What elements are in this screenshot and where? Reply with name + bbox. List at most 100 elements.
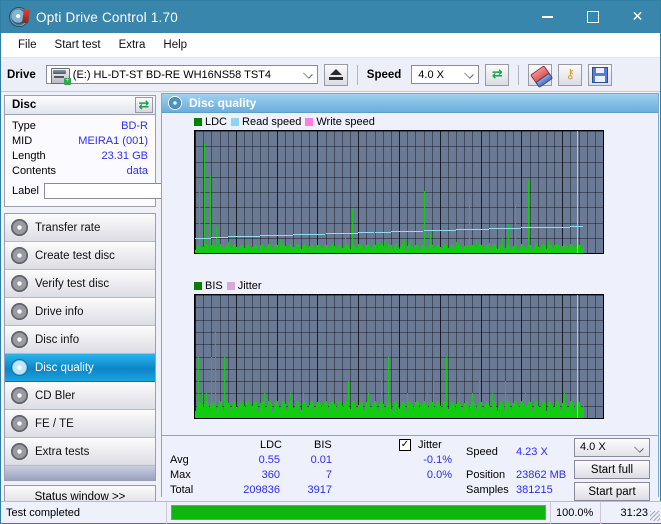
disc-value: 23.31 GB (101, 149, 148, 162)
save-button[interactable] (588, 63, 613, 86)
data-bar (273, 243, 275, 253)
results-speed-select[interactable]: 4.0 X (574, 438, 650, 457)
sidebar-item-disc-info[interactable]: Disc info (5, 326, 155, 354)
data-bar (426, 393, 428, 418)
axis-tick-mark-y-right (603, 369, 604, 370)
data-bar (229, 405, 231, 418)
speed-select-value: 4.0 X (418, 68, 444, 81)
axis-tick-label-x: 10.0 (348, 418, 368, 419)
sidebar-item-drive-info[interactable]: Drive info (5, 298, 155, 326)
sidebar-item-create-test-disc[interactable]: Create test disc (5, 242, 155, 270)
disc-refresh-button[interactable]: ⇄ (135, 97, 153, 113)
sidebar-item-fe-te[interactable]: FE / TE (5, 410, 155, 438)
axis-tick-mark-y (194, 381, 195, 382)
data-line-segment (325, 233, 342, 235)
data-bar (495, 245, 497, 253)
data-bar (560, 243, 562, 253)
sidebar-item-cd-bler[interactable]: CD Bler (5, 382, 155, 410)
data-bar (498, 405, 500, 418)
menu-item-start-test[interactable]: Start test (46, 36, 110, 54)
data-bar (443, 240, 445, 253)
sidebar-item-transfer-rate[interactable]: Transfer rate (5, 214, 155, 242)
close-button[interactable]: ✕ (615, 1, 660, 33)
legend-item-read-speed: Read speed (231, 116, 301, 128)
results-row-max-label: Max (170, 469, 191, 481)
axis-tick-label-x: 5.0 (269, 253, 284, 254)
status-message: Test completed (1, 501, 167, 524)
jitter-checkbox[interactable]: ✓ (399, 439, 411, 451)
start-full-button[interactable]: Start full (574, 460, 650, 479)
data-bar (547, 240, 549, 253)
drive-select[interactable]: + (E:) HL-DT-ST BD-RE WH16NS58 TST4 (45, 65, 318, 85)
maximize-button[interactable] (570, 1, 615, 33)
axis-tick-mark-y-right (603, 320, 604, 321)
sidebar-item-extra-tests[interactable]: Extra tests (5, 438, 155, 466)
speed-select[interactable]: 4.0 X (411, 65, 480, 84)
menu-item-file[interactable]: File (9, 36, 46, 54)
axis-tick-mark-y (194, 162, 195, 163)
data-bar (371, 246, 373, 253)
axis-tick-label-x: 10.0 (348, 253, 368, 254)
legend-swatch-ldc (194, 117, 202, 126)
axis-tick-mark-y-right (603, 214, 604, 215)
data-line-segment (554, 226, 571, 228)
disc-icon (11, 387, 28, 404)
axis-tick-mark-y (194, 223, 195, 224)
axis-tick-label-x: 17.5 (470, 418, 490, 419)
data-bar (430, 233, 431, 253)
app-window: Opti Drive Control 1.70 ✕ File Start tes… (0, 0, 661, 524)
axis-tick-label-x: 12.5 (389, 253, 409, 254)
data-bar (420, 405, 422, 418)
data-bar (488, 243, 490, 253)
gridline-v (603, 131, 604, 253)
gridline-h (195, 295, 603, 296)
axis-tick-label-x: 25.0 GB (586, 418, 604, 419)
data-bar (341, 405, 343, 418)
minimize-button[interactable] (525, 1, 570, 33)
data-bar (224, 356, 226, 418)
axis-tick-mark-y (194, 406, 195, 407)
axis-tick-label-x: 7.5 (310, 418, 325, 419)
position-cursor[interactable] (576, 295, 578, 418)
refresh-icon: ⇄ (138, 97, 150, 113)
axis-tick-label-y-right: 10% (603, 294, 604, 301)
eject-button[interactable] (323, 63, 348, 86)
data-bar (514, 204, 516, 253)
data-bar (234, 243, 236, 253)
axis-tick-label-x: 17.5 (470, 253, 490, 254)
data-bar (557, 405, 559, 418)
data-line-segment (521, 227, 538, 229)
refresh-button[interactable]: ⇄ (485, 63, 510, 86)
data-bar (364, 246, 366, 253)
legend-label-write-speed: Write speed (316, 115, 375, 128)
gridline-h (195, 131, 603, 132)
disc-row-length: Length 23.31 GB (5, 148, 155, 163)
chevron-down-icon (634, 443, 644, 453)
axis-tick-label-x: 12.5 (389, 418, 409, 419)
sidebar-item-disc-quality[interactable]: Disc quality (5, 354, 155, 382)
data-bar (222, 239, 224, 253)
position-cursor[interactable] (576, 131, 578, 253)
data-bar (335, 405, 337, 418)
start-part-button[interactable]: Start part (574, 482, 650, 501)
data-bar (247, 244, 249, 253)
resize-grip[interactable] (650, 511, 660, 521)
gridline-h (195, 176, 603, 178)
axis-tick-label-x: 15.0 (430, 253, 450, 254)
drive-icon: + (50, 68, 71, 85)
ldc-plot-area[interactable]: 501001502002503003504002 X4 X6 X8 X10 X1… (194, 130, 604, 254)
bis-plot-area[interactable]: 123456789102%4%6%8%10%0.02.55.07.510.012… (194, 294, 604, 419)
keys-button[interactable]: ⚷ (558, 63, 583, 86)
disc-key: Length (12, 149, 46, 162)
axis-tick-mark-y (194, 307, 195, 308)
data-bar (289, 393, 291, 418)
sidebar-item-verify-test-disc[interactable]: Verify test disc (5, 270, 155, 298)
menu-item-extra[interactable]: Extra (110, 36, 155, 54)
disc-quality-panel: Disc quality LDC Read speed Write speed … (161, 93, 659, 501)
erase-button[interactable] (528, 63, 553, 86)
data-bar (527, 179, 529, 253)
menu-item-help[interactable]: Help (154, 36, 196, 54)
data-bar (328, 393, 330, 418)
legend-label-jitter: Jitter (237, 279, 262, 292)
data-bar (459, 393, 461, 418)
